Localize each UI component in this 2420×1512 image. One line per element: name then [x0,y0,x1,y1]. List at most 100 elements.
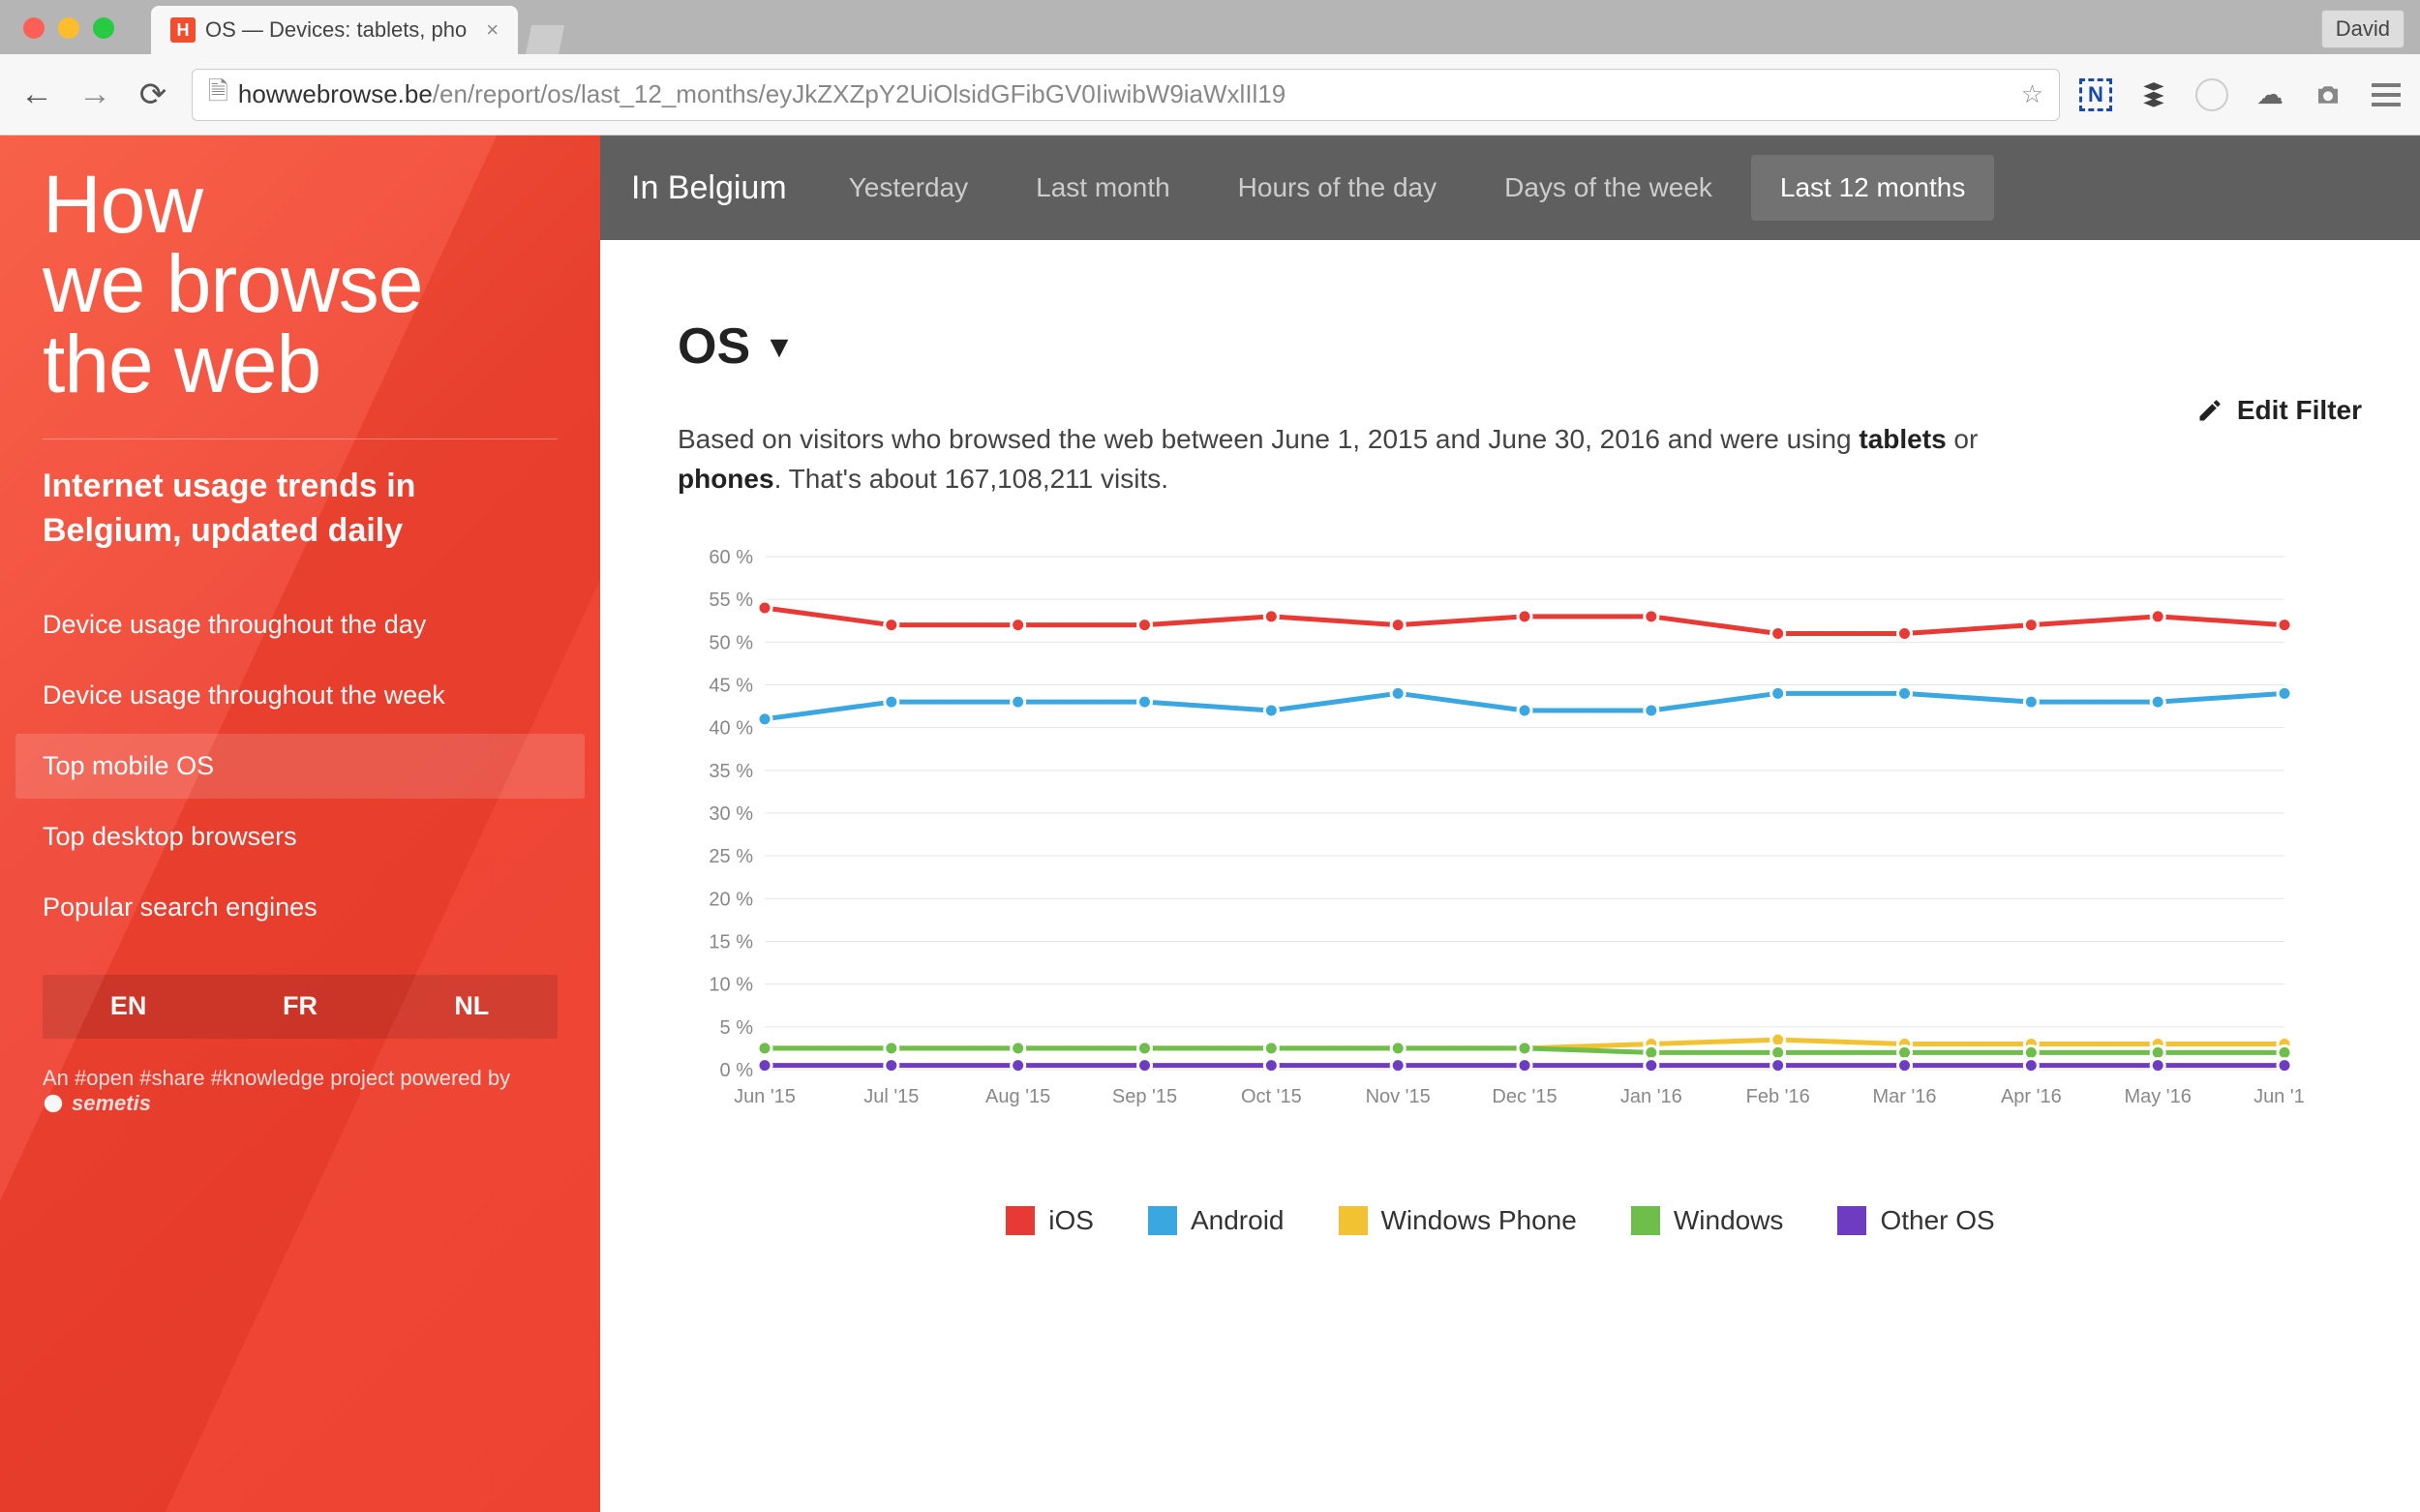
profile-badge[interactable]: David [2321,10,2405,48]
svg-text:5 %: 5 % [720,1017,754,1039]
browser-tab[interactable]: H OS — Devices: tablets, pho × [151,6,518,54]
svg-text:15 %: 15 % [709,932,753,953]
period-tab[interactable]: Days of the week [1475,155,1741,221]
reload-button[interactable]: ⟳ [134,76,172,114]
url-path: /en/report/os/last_12_months/eyJkZXZpY2U… [433,79,1286,109]
lang-button[interactable]: FR [214,975,385,1039]
svg-text:25 %: 25 % [709,846,753,867]
browser-toolbar: ← → ⟳ 🗎 howwebrowse.be/en/report/os/last… [0,54,2420,136]
svg-text:Jan '16: Jan '16 [1620,1086,1682,1107]
topbar: In Belgium YesterdayLast monthHours of t… [600,136,2420,240]
bookmark-star-icon[interactable]: ☆ [2021,79,2043,109]
description: Based on visitors who browsed the web be… [678,420,2033,499]
camera-icon[interactable] [2312,78,2344,111]
cloud-icon[interactable]: ☁ [2254,78,2286,111]
legend-label: iOS [1048,1205,1094,1236]
sidebar-item[interactable]: Device usage throughout the week [15,663,585,728]
chart-svg: 0 %5 %10 %15 %20 %25 %30 %35 %40 %45 %50… [678,547,2304,1108]
legend-swatch-icon [1148,1206,1177,1235]
legend-item[interactable]: Windows [1631,1205,1784,1236]
extension-n-icon[interactable]: N [2079,78,2112,111]
chart: 0 %5 %10 %15 %20 %25 %30 %35 %40 %45 %50… [678,547,2362,1236]
legend-label: Other OS [1880,1205,1994,1236]
nav-list: Device usage throughout the dayDevice us… [0,592,600,940]
legend-item[interactable]: Android [1148,1205,1285,1236]
sidebar: How we browse the web Internet usage tre… [0,136,600,1512]
pencil-icon [2196,397,2223,424]
legend-swatch-icon [1339,1206,1368,1235]
svg-text:60 %: 60 % [709,547,753,568]
sidebar-item[interactable]: Top mobile OS [15,734,585,799]
close-tab-icon[interactable]: × [486,17,499,43]
period-tab[interactable]: Last month [1007,155,1199,221]
legend-swatch-icon [1837,1206,1866,1235]
logo-line3: the web [43,324,558,404]
legend-label: Windows [1674,1205,1784,1236]
svg-text:35 %: 35 % [709,761,753,782]
lang-button[interactable]: EN [43,975,214,1039]
sidebar-item[interactable]: Device usage throughout the day [15,592,585,657]
favicon-icon: H [170,17,196,43]
tab-title: OS — Devices: tablets, pho [205,17,467,43]
logo: How we browse the web [0,136,600,438]
svg-text:Sep '15: Sep '15 [1112,1086,1177,1107]
logo-line2: we browse [43,244,558,323]
footer-text: An #open #share #knowledge project power… [43,1066,510,1090]
browser-chrome: H OS — Devices: tablets, pho × David ← →… [0,0,2420,136]
buffer-icon[interactable] [2137,78,2170,111]
chevron-down-icon: ▼ [764,329,795,365]
svg-text:May '16: May '16 [2124,1086,2191,1107]
lang-button[interactable]: NL [386,975,558,1039]
legend-label: Android [1191,1205,1285,1236]
location-label: In Belgium [631,169,787,207]
new-tab-button[interactable] [526,25,564,54]
heading-text: OS [678,318,750,376]
svg-text:Oct '15: Oct '15 [1241,1086,1302,1107]
period-tab[interactable]: Last 12 months [1751,155,1994,221]
minimize-window-icon[interactable] [58,17,79,39]
logo-line1: How [43,165,558,244]
period-tab[interactable]: Yesterday [820,155,998,221]
svg-text:Mar '16: Mar '16 [1872,1086,1936,1107]
svg-text:50 %: 50 % [709,633,753,654]
forward-button[interactable]: → [76,76,114,113]
page-icon: 🗎 [208,74,228,116]
svg-text:Aug '15: Aug '15 [985,1086,1050,1107]
extension-circle-icon[interactable] [2195,78,2228,111]
svg-text:20 %: 20 % [709,890,753,911]
main: In Belgium YesterdayLast monthHours of t… [600,136,2420,1512]
url-host: howwebrowse.be [238,79,433,109]
svg-text:10 %: 10 % [709,975,753,996]
svg-text:45 %: 45 % [709,676,753,697]
svg-text:Feb '16: Feb '16 [1746,1086,1810,1107]
close-window-icon[interactable] [23,17,45,39]
svg-text:40 %: 40 % [709,718,753,740]
footer-brand[interactable]: semetis [43,1091,151,1116]
divider [43,438,558,439]
svg-text:Jun '15: Jun '15 [734,1086,796,1107]
maximize-window-icon[interactable] [93,17,114,39]
page-heading[interactable]: OS ▼ [678,318,2362,376]
extension-icons: N ☁ [2079,78,2403,111]
footer-note: An #open #share #knowledge project power… [0,1039,600,1147]
legend-item[interactable]: iOS [1006,1205,1094,1236]
svg-text:Nov '15: Nov '15 [1366,1086,1431,1107]
tab-strip: H OS — Devices: tablets, pho × David [0,0,2420,54]
edit-filter-button[interactable]: Edit Filter [2196,395,2362,426]
back-button[interactable]: ← [17,76,56,113]
legend-item[interactable]: Windows Phone [1339,1205,1577,1236]
svg-text:Dec '15: Dec '15 [1492,1086,1557,1107]
period-tab[interactable]: Hours of the day [1209,155,1466,221]
svg-text:Apr '16: Apr '16 [2001,1086,2062,1107]
edit-filter-label: Edit Filter [2237,395,2362,426]
window-controls [23,17,114,39]
app: How we browse the web Internet usage tre… [0,136,2420,1512]
menu-icon[interactable] [2370,78,2403,111]
sidebar-item[interactable]: Top desktop browsers [15,804,585,869]
url-bar[interactable]: 🗎 howwebrowse.be/en/report/os/last_12_mo… [192,69,2060,121]
legend-item[interactable]: Other OS [1837,1205,1994,1236]
svg-text:Jun '16: Jun '16 [2254,1086,2304,1107]
svg-text:55 %: 55 % [709,590,753,611]
legend: iOS Android Windows Phone Windows Other OS [639,1205,2362,1236]
sidebar-item[interactable]: Popular search engines [15,875,585,940]
